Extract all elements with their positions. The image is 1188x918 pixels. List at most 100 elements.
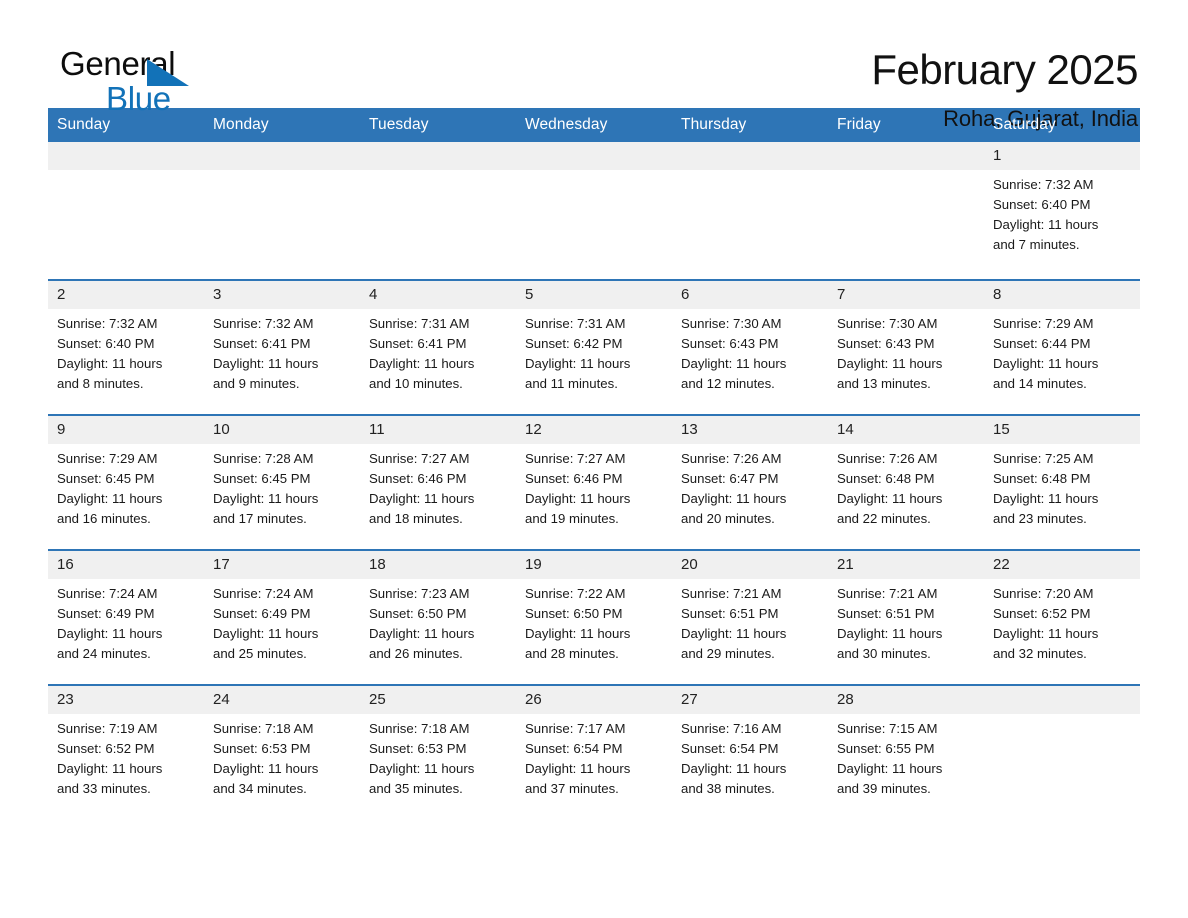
day-cell[interactable]: 1 Sunrise: 7:32 AM Sunset: 6:40 PM Dayli… <box>984 142 1140 280</box>
day-cell[interactable]: 6 Sunrise: 7:30 AM Sunset: 6:43 PM Dayli… <box>672 279 828 415</box>
daylight-text-line2: and 20 minutes. <box>681 511 775 526</box>
day-details: Sunrise: 7:21 AM Sunset: 6:51 PM Dayligh… <box>828 579 984 684</box>
sunrise-text: Sunrise: 7:17 AM <box>525 721 626 736</box>
day-number: 14 <box>828 416 984 444</box>
day-cell[interactable]: 5 Sunrise: 7:31 AM Sunset: 6:42 PM Dayli… <box>516 279 672 415</box>
day-cell[interactable]: 27 Sunrise: 7:16 AM Sunset: 6:54 PM Dayl… <box>672 684 828 815</box>
daylight-text-line1: Daylight: 11 hours <box>681 356 787 371</box>
day-cell[interactable]: 15 Sunrise: 7:25 AM Sunset: 6:48 PM Dayl… <box>984 414 1140 550</box>
day-details <box>672 170 828 279</box>
day-details <box>204 170 360 279</box>
day-cell[interactable]: 25 Sunrise: 7:18 AM Sunset: 6:53 PM Dayl… <box>360 684 516 815</box>
sunrise-text: Sunrise: 7:23 AM <box>369 586 470 601</box>
day-details: Sunrise: 7:17 AM Sunset: 6:54 PM Dayligh… <box>516 714 672 815</box>
day-cell[interactable] <box>672 142 828 280</box>
calendar-week-row: 16 Sunrise: 7:24 AM Sunset: 6:49 PM Dayl… <box>48 549 1140 685</box>
day-cell[interactable] <box>48 142 204 280</box>
day-cell[interactable]: 28 Sunrise: 7:15 AM Sunset: 6:55 PM Dayl… <box>828 684 984 815</box>
logo-triangle-icon <box>147 59 189 86</box>
sunset-text: Sunset: 6:46 PM <box>525 471 623 486</box>
day-number <box>204 142 360 170</box>
sunrise-text: Sunrise: 7:18 AM <box>213 721 314 736</box>
sunrise-text: Sunrise: 7:16 AM <box>681 721 782 736</box>
day-cell[interactable]: 13 Sunrise: 7:26 AM Sunset: 6:47 PM Dayl… <box>672 414 828 550</box>
daylight-text-line1: Daylight: 11 hours <box>681 761 787 776</box>
daylight-text-line1: Daylight: 11 hours <box>213 356 319 371</box>
daylight-text-line2: and 16 minutes. <box>57 511 151 526</box>
day-cell[interactable]: 21 Sunrise: 7:21 AM Sunset: 6:51 PM Dayl… <box>828 549 984 685</box>
daylight-text-line1: Daylight: 11 hours <box>57 491 163 506</box>
day-cell[interactable]: 11 Sunrise: 7:27 AM Sunset: 6:46 PM Dayl… <box>360 414 516 550</box>
day-number <box>672 142 828 170</box>
day-cell[interactable]: 8 Sunrise: 7:29 AM Sunset: 6:44 PM Dayli… <box>984 279 1140 415</box>
day-cell[interactable] <box>828 142 984 280</box>
sunset-text: Sunset: 6:51 PM <box>837 606 935 621</box>
sunrise-text: Sunrise: 7:30 AM <box>681 316 782 331</box>
sunrise-text: Sunrise: 7:26 AM <box>837 451 938 466</box>
sunrise-text: Sunrise: 7:31 AM <box>525 316 626 331</box>
day-details: Sunrise: 7:18 AM Sunset: 6:53 PM Dayligh… <box>360 714 516 815</box>
sunset-text: Sunset: 6:41 PM <box>213 336 311 351</box>
day-cell[interactable]: 23 Sunrise: 7:19 AM Sunset: 6:52 PM Dayl… <box>48 684 204 815</box>
day-number: 7 <box>828 281 984 309</box>
day-details <box>984 714 1140 815</box>
day-cell[interactable]: 17 Sunrise: 7:24 AM Sunset: 6:49 PM Dayl… <box>204 549 360 685</box>
day-cell[interactable] <box>984 684 1140 815</box>
day-number: 11 <box>360 416 516 444</box>
day-details: Sunrise: 7:25 AM Sunset: 6:48 PM Dayligh… <box>984 444 1140 549</box>
day-cell[interactable]: 3 Sunrise: 7:32 AM Sunset: 6:41 PM Dayli… <box>204 279 360 415</box>
day-number: 16 <box>48 551 204 579</box>
daylight-text-line2: and 11 minutes. <box>525 376 618 391</box>
day-number: 23 <box>48 686 204 714</box>
calendar-week-row: 9 Sunrise: 7:29 AM Sunset: 6:45 PM Dayli… <box>48 414 1140 550</box>
daylight-text-line1: Daylight: 11 hours <box>525 491 631 506</box>
day-cell[interactable] <box>360 142 516 280</box>
day-cell[interactable]: 7 Sunrise: 7:30 AM Sunset: 6:43 PM Dayli… <box>828 279 984 415</box>
logo-text-blue: Blue <box>106 80 171 117</box>
day-cell[interactable]: 18 Sunrise: 7:23 AM Sunset: 6:50 PM Dayl… <box>360 549 516 685</box>
day-details: Sunrise: 7:32 AM Sunset: 6:41 PM Dayligh… <box>204 309 360 414</box>
sunset-text: Sunset: 6:54 PM <box>525 741 623 756</box>
daylight-text-line1: Daylight: 11 hours <box>837 356 943 371</box>
sunrise-text: Sunrise: 7:32 AM <box>213 316 314 331</box>
day-cell[interactable]: 19 Sunrise: 7:22 AM Sunset: 6:50 PM Dayl… <box>516 549 672 685</box>
sunrise-text: Sunrise: 7:32 AM <box>993 177 1094 192</box>
daylight-text-line1: Daylight: 11 hours <box>525 761 631 776</box>
day-number: 22 <box>984 551 1140 579</box>
day-cell[interactable]: 24 Sunrise: 7:18 AM Sunset: 6:53 PM Dayl… <box>204 684 360 815</box>
sunset-text: Sunset: 6:41 PM <box>369 336 467 351</box>
sunrise-text: Sunrise: 7:29 AM <box>993 316 1094 331</box>
day-details: Sunrise: 7:28 AM Sunset: 6:45 PM Dayligh… <box>204 444 360 549</box>
day-number <box>828 142 984 170</box>
day-cell[interactable] <box>516 142 672 280</box>
page-header: General Blue February 2025 Roha, Gujarat… <box>48 0 1140 132</box>
day-cell[interactable]: 2 Sunrise: 7:32 AM Sunset: 6:40 PM Dayli… <box>48 279 204 415</box>
day-number: 15 <box>984 416 1140 444</box>
day-cell[interactable] <box>204 142 360 280</box>
sunset-text: Sunset: 6:46 PM <box>369 471 467 486</box>
daylight-text-line1: Daylight: 11 hours <box>993 356 1099 371</box>
sunset-text: Sunset: 6:53 PM <box>213 741 311 756</box>
day-details <box>828 170 984 279</box>
day-cell[interactable]: 22 Sunrise: 7:20 AM Sunset: 6:52 PM Dayl… <box>984 549 1140 685</box>
day-cell[interactable]: 20 Sunrise: 7:21 AM Sunset: 6:51 PM Dayl… <box>672 549 828 685</box>
sunset-text: Sunset: 6:40 PM <box>57 336 155 351</box>
day-cell[interactable]: 26 Sunrise: 7:17 AM Sunset: 6:54 PM Dayl… <box>516 684 672 815</box>
daylight-text-line2: and 28 minutes. <box>525 646 619 661</box>
sunset-text: Sunset: 6:43 PM <box>681 336 779 351</box>
day-cell[interactable]: 16 Sunrise: 7:24 AM Sunset: 6:49 PM Dayl… <box>48 549 204 685</box>
day-cell[interactable]: 4 Sunrise: 7:31 AM Sunset: 6:41 PM Dayli… <box>360 279 516 415</box>
daylight-text-line2: and 30 minutes. <box>837 646 931 661</box>
day-details: Sunrise: 7:15 AM Sunset: 6:55 PM Dayligh… <box>828 714 984 815</box>
day-cell[interactable]: 10 Sunrise: 7:28 AM Sunset: 6:45 PM Dayl… <box>204 414 360 550</box>
day-cell[interactable]: 12 Sunrise: 7:27 AM Sunset: 6:46 PM Dayl… <box>516 414 672 550</box>
day-details: Sunrise: 7:27 AM Sunset: 6:46 PM Dayligh… <box>360 444 516 549</box>
day-number: 2 <box>48 281 204 309</box>
day-cell[interactable]: 14 Sunrise: 7:26 AM Sunset: 6:48 PM Dayl… <box>828 414 984 550</box>
sunset-text: Sunset: 6:50 PM <box>525 606 623 621</box>
day-number: 20 <box>672 551 828 579</box>
daylight-text-line2: and 26 minutes. <box>369 646 463 661</box>
day-details: Sunrise: 7:30 AM Sunset: 6:43 PM Dayligh… <box>672 309 828 414</box>
day-cell[interactable]: 9 Sunrise: 7:29 AM Sunset: 6:45 PM Dayli… <box>48 414 204 550</box>
day-number: 1 <box>984 142 1140 170</box>
